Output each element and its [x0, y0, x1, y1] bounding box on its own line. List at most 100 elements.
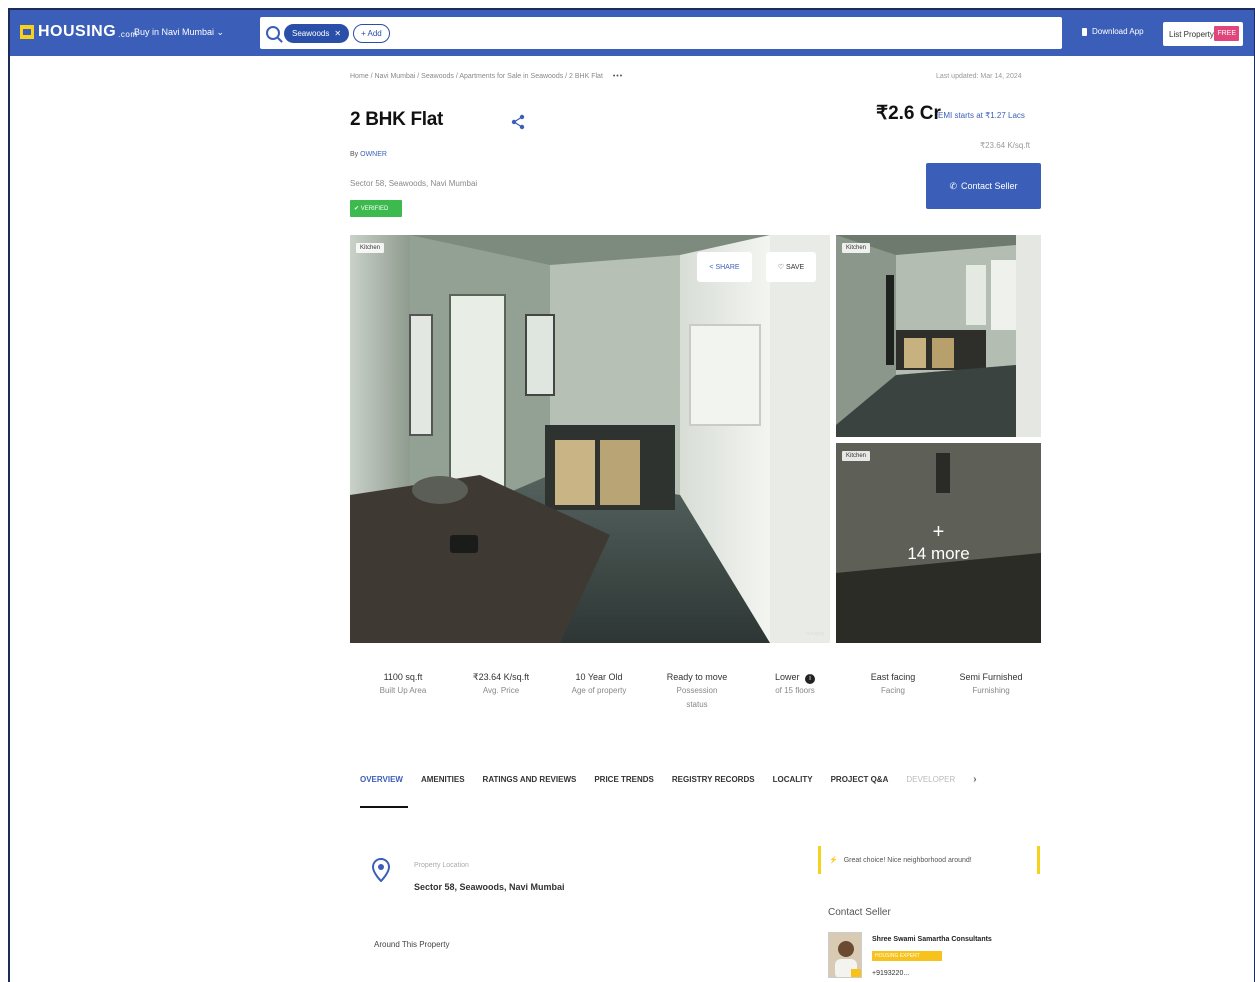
fact-possession: Ready to move Possession status: [648, 670, 746, 712]
tab-price-trends[interactable]: PRICE TRENDS: [594, 775, 654, 784]
fact-facing: East facing Facing: [844, 670, 942, 712]
seller-name[interactable]: Shree Swami Samartha Consultants: [872, 936, 992, 943]
posted-by-prefix: By: [350, 151, 361, 158]
fact-value: East facing: [870, 672, 916, 682]
fact-value: Lower: [774, 672, 800, 682]
breadcrumb-more[interactable]: •••: [613, 73, 623, 80]
add-locality-button[interactable]: + Add: [353, 23, 390, 43]
city-selector-label: Buy in Navi Mumbai: [134, 27, 215, 37]
share-icon[interactable]: [510, 114, 526, 130]
gallery-more-photos[interactable]: Kitchen + 14 more: [836, 443, 1041, 643]
location-value: Sector 58, Seawoods, Navi Mumbai: [414, 882, 565, 892]
kitchen-photo: [350, 235, 830, 643]
gallery-save-label: SAVE: [786, 263, 805, 271]
gallery-share-button[interactable]: < SHARE: [697, 252, 752, 282]
more-photos-overlay[interactable]: + 14 more: [836, 443, 1041, 643]
seller-badge: HOUSING EXPERT: [872, 951, 942, 961]
section-tabs: OVERVIEW AMENITIES RATINGS AND REVIEWS P…: [360, 774, 977, 785]
list-property-button[interactable]: List Property FREE: [1163, 22, 1243, 46]
fact-avg-price: ₹23.64 K/sq.ft Avg. Price: [452, 670, 550, 712]
page-title: 2 BHK Flat: [350, 109, 444, 130]
fact-label: Age of property: [571, 686, 627, 695]
emi-link[interactable]: EMI starts at ₹1.27 Lacs: [938, 111, 1025, 120]
tab-amenities[interactable]: AMENITIES: [421, 775, 465, 784]
search-chip-label: Seawoods: [292, 28, 330, 38]
fact-label: Furnishing: [972, 686, 1010, 695]
contact-seller-heading: Contact Seller: [828, 907, 891, 918]
chevron-down-icon: ⌄: [216, 27, 225, 37]
fact-furnishing: Semi Furnished Furnishing: [942, 670, 1040, 712]
fact-value: Semi Furnished: [959, 672, 1023, 682]
top-nav: HOUSING .com Buy in Navi Mumbai ⌄ Seawoo…: [10, 10, 1254, 56]
location-label: Property Location: [414, 862, 469, 869]
list-property-label: List Property: [1169, 29, 1214, 39]
search-chip-seawoods[interactable]: Seawoods ✕: [284, 23, 350, 43]
tab-ratings-and-reviews[interactable]: RATINGS AND REVIEWS: [483, 775, 577, 784]
info-icon[interactable]: i: [805, 674, 816, 684]
photo-tag: Kitchen: [356, 243, 385, 253]
fact-label: Facing: [880, 686, 905, 695]
seller-phone: +9193220...: [872, 970, 910, 977]
seller-photo: [829, 933, 861, 977]
photo-watermark: Housing: [805, 631, 824, 637]
last-updated: Last updated: Mar 14, 2024: [936, 73, 1022, 80]
fact-value: 10 Year Old: [575, 672, 623, 682]
housing-logo[interactable]: HOUSING .com: [20, 23, 138, 41]
active-tab-indicator: [360, 806, 408, 808]
plus-icon: +: [932, 521, 945, 543]
price-per-sqft: ₹23.64 K/sq.ft: [980, 141, 1031, 150]
fact-age: 10 Year Old Age of property: [550, 670, 648, 712]
chevron-right-icon[interactable]: ›: [973, 774, 976, 785]
download-app-link[interactable]: Download App: [1082, 27, 1144, 36]
phone-icon: [1082, 27, 1087, 36]
breadcrumb[interactable]: Home / Navi Mumbai / Seawoods / Apartmen…: [350, 73, 623, 80]
verified-badge: ✔ VERIFIED: [350, 200, 402, 217]
key-facts: 1100 sq.ft Built Up Area ₹23.64 K/sq.ft …: [354, 670, 1044, 712]
city-selector[interactable]: Buy in Navi Mumbai ⌄: [134, 27, 224, 38]
contact-seller-label: Contact Seller: [961, 181, 1018, 191]
tab-registry-records[interactable]: REGISTRY RECORDS: [672, 775, 755, 784]
tip-text: Great choice! Nice neighborhood around!: [843, 856, 972, 864]
heart-icon: ♡: [777, 264, 787, 271]
fact-area: 1100 sq.ft Built Up Area: [354, 670, 452, 712]
tab-locality[interactable]: LOCALITY: [773, 775, 813, 784]
fact-label: Built Up Area: [379, 686, 427, 695]
photo-tag: Kitchen: [842, 243, 871, 253]
tab-project-qa[interactable]: PROJECT Q&A: [831, 775, 889, 784]
fact-value: 1100 sq.ft: [383, 672, 423, 682]
fact-label: Possession status: [676, 686, 718, 709]
search-icon: [266, 26, 280, 40]
around-property-heading: Around This Property: [374, 940, 450, 949]
location-pin-icon: [372, 858, 390, 882]
tab-overview[interactable]: OVERVIEW: [360, 775, 403, 784]
kitchen-photo: [836, 235, 1041, 437]
seller-link[interactable]: OWNER: [360, 151, 387, 158]
lightning-icon: ⚡: [829, 857, 838, 864]
avatar: [828, 932, 862, 978]
neighborhood-tip: ⚡ Great choice! Nice neighborhood around…: [818, 846, 1040, 874]
gallery-side-photo-1[interactable]: Kitchen: [836, 235, 1041, 437]
posted-by: By OWNER: [350, 151, 387, 158]
fact-value: ₹23.64 K/sq.ft: [472, 672, 530, 682]
gallery-save-button[interactable]: ♡ SAVE: [766, 252, 816, 282]
fact-floor: Lower i of 15 floors: [746, 670, 844, 712]
download-app-label: Download App: [1092, 27, 1144, 36]
logo-text: HOUSING: [38, 23, 117, 40]
phone-icon: ✆: [949, 180, 957, 191]
tab-developer[interactable]: DEVELOPER: [906, 775, 955, 784]
breadcrumb-path[interactable]: Home / Navi Mumbai / Seawoods / Apartmen…: [350, 73, 603, 80]
fact-label: Avg. Price: [482, 686, 520, 695]
fact-value-row: Lower i: [746, 670, 844, 684]
home-logo-icon: [20, 25, 34, 39]
contact-seller-button[interactable]: ✆ Contact Seller: [926, 163, 1041, 209]
fact-value: Ready to move: [666, 672, 728, 682]
free-badge: FREE: [1214, 26, 1239, 41]
property-address: Sector 58, Seawoods, Navi Mumbai: [350, 179, 478, 188]
gallery-share-label: SHARE: [715, 263, 740, 271]
price: ₹2.6 Cr: [876, 103, 941, 124]
fact-label: of 15 floors: [775, 686, 815, 695]
gallery-main-photo[interactable]: Kitchen < SHARE ♡ SAVE Housing: [350, 235, 830, 643]
close-icon[interactable]: ✕: [334, 29, 341, 38]
search-bar[interactable]: Seawoods ✕ + Add: [260, 17, 1062, 49]
browser-frame: HOUSING .com Buy in Navi Mumbai ⌄ Seawoo…: [8, 8, 1255, 982]
